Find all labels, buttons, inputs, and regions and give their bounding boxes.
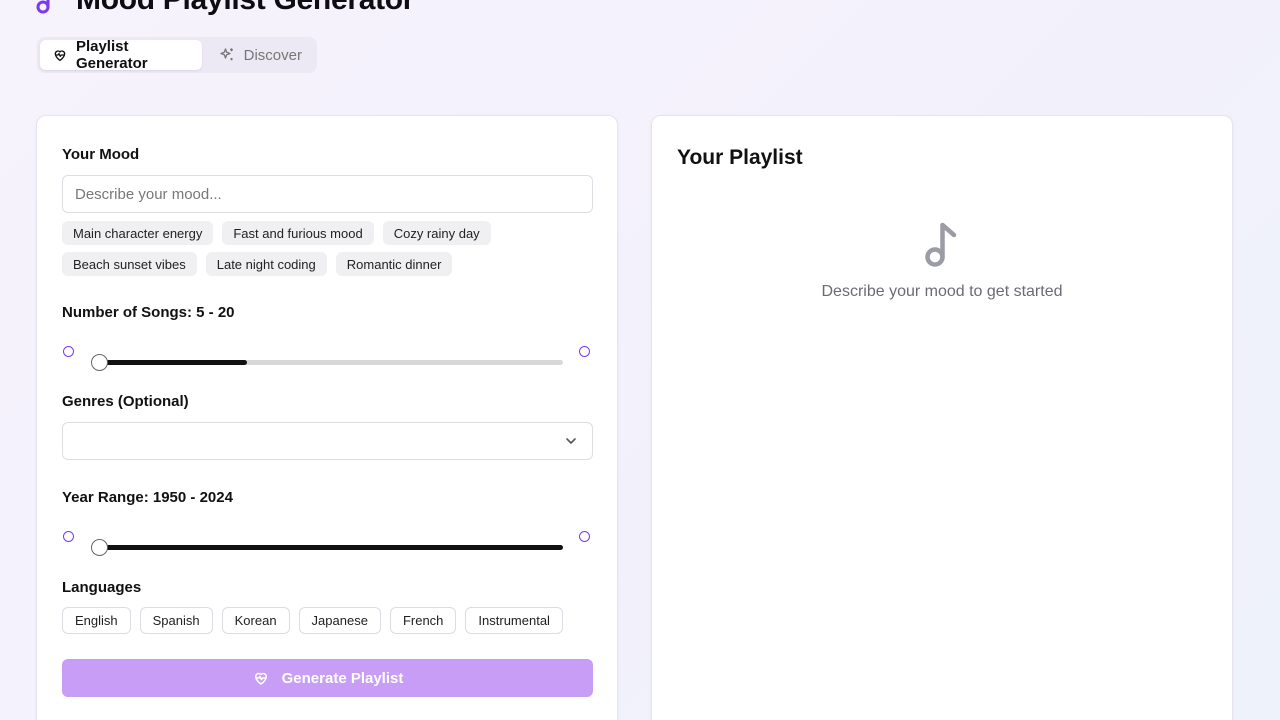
language-option-japanese[interactable]: Japanese [298, 607, 381, 634]
music-note-icon [36, 0, 50, 14]
slider-track[interactable] [98, 545, 563, 550]
sparkles-icon [219, 48, 233, 61]
music-note-icon [925, 222, 957, 267]
app-header: Mood Playlist Generator [36, 0, 414, 22]
tab-discover[interactable]: Discover [206, 40, 314, 70]
range-min-marker [63, 531, 74, 542]
empty-state-text: Describe your mood to get started [821, 283, 1063, 300]
years-range-slider[interactable] [62, 528, 593, 556]
range-max-marker [579, 346, 590, 357]
chevron-down-icon [566, 438, 576, 444]
songs-label: Number of Songs: 5 - 20 [62, 304, 235, 321]
mood-suggestion-chip[interactable]: Late night coding [205, 252, 327, 276]
generate-playlist-button[interactable]: Generate Playlist [62, 659, 593, 697]
tab-playlist-generator[interactable]: Playlist Generator [40, 38, 202, 72]
language-option-french[interactable]: French [389, 607, 457, 634]
slider-thumb[interactable] [91, 539, 108, 556]
playlist-form-card: Your Mood Main character energy Fast and… [36, 115, 618, 720]
playlist-card: Your Playlist Describe your mood to get … [651, 115, 1233, 720]
language-option-korean[interactable]: Korean [221, 607, 290, 634]
genres-label: Genres (Optional) [62, 393, 189, 410]
heart-pulse-icon [54, 50, 66, 61]
language-options: English Spanish Korean Japanese French I… [62, 607, 563, 634]
mood-suggestions-row-2: Beach sunset vibes Late night coding Rom… [62, 252, 602, 276]
slider-fill [98, 360, 247, 365]
tab-label: Discover [243, 46, 302, 64]
slider-fill [98, 545, 563, 550]
tab-bar: Playlist Generator Discover [37, 37, 317, 73]
range-min-marker [63, 346, 74, 357]
mood-label: Your Mood [62, 146, 140, 163]
languages-label: Languages [62, 579, 142, 596]
mood-suggestion-chip[interactable]: Beach sunset vibes [62, 252, 197, 276]
slider-thumb[interactable] [91, 354, 108, 371]
playlist-title: Your Playlist [677, 146, 803, 169]
slider-track[interactable] [98, 360, 563, 365]
songs-range-slider[interactable] [62, 343, 593, 371]
mood-suggestion-chip[interactable]: Main character energy [62, 221, 214, 245]
playlist-empty-state: Describe your mood to get started [652, 219, 1232, 301]
language-option-instrumental[interactable]: Instrumental [465, 607, 563, 634]
language-option-english[interactable]: English [62, 607, 131, 634]
mood-suggestion-chip[interactable]: Fast and furious mood [222, 221, 374, 245]
mood-suggestions-row-1: Main character energy Fast and furious m… [62, 221, 602, 245]
tab-label: Playlist Generator [75, 38, 148, 72]
genres-select[interactable] [62, 422, 593, 460]
mood-suggestion-chip[interactable]: Romantic dinner [335, 252, 453, 276]
heart-pulse-icon [254, 672, 267, 685]
range-max-marker [579, 531, 590, 542]
mood-suggestion-chip[interactable]: Cozy rainy day [382, 221, 491, 245]
mood-input[interactable] [62, 175, 593, 213]
language-option-spanish[interactable]: Spanish [139, 607, 213, 634]
generate-button-label: Generate Playlist [281, 669, 404, 687]
page-title: Mood Playlist Generator [76, 0, 414, 17]
years-label: Year Range: 1950 - 2024 [62, 489, 233, 506]
